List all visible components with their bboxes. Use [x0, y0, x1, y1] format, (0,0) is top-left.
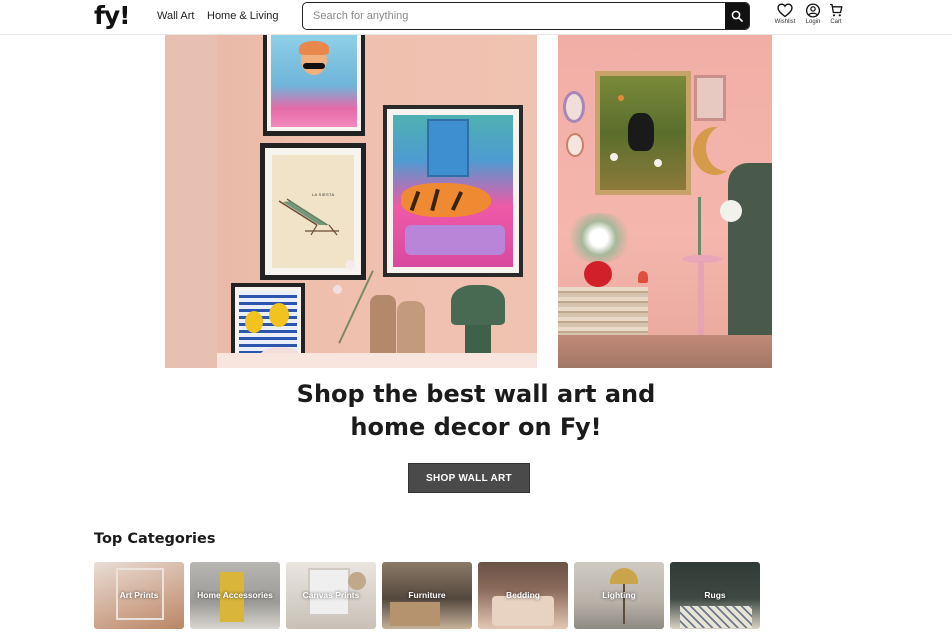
category-home-accessories[interactable]: Home Accessories	[190, 562, 280, 629]
search-input[interactable]	[303, 3, 727, 29]
category-rugs[interactable]: Rugs	[670, 562, 760, 629]
category-art-prints[interactable]: Art Prints	[94, 562, 184, 629]
site-header: fy! Wall Art Home & Living Wishlist Logi…	[0, 0, 952, 35]
category-lighting[interactable]: Lighting	[574, 562, 664, 629]
category-label: Home Accessories	[197, 590, 273, 600]
cart-icon	[830, 3, 843, 17]
category-bedding[interactable]: Bedding	[478, 562, 568, 629]
category-furniture[interactable]: Furniture	[382, 562, 472, 629]
hero-headline: Shop the best wall art and home decor on…	[0, 378, 952, 444]
hero-banner[interactable]: LA SIESTA	[165, 35, 772, 368]
search-icon	[731, 10, 743, 22]
wishlist-button[interactable]: Wishlist	[773, 3, 797, 25]
login-label: Login	[805, 19, 821, 25]
top-categories-title: Top Categories	[94, 531, 216, 547]
hero-headline-line1: Shop the best wall art and	[296, 380, 656, 408]
login-button[interactable]: Login	[801, 3, 825, 25]
cart-label: Cart	[830, 19, 842, 25]
category-label: Lighting	[602, 590, 636, 600]
hero-image-pink-room	[558, 35, 772, 368]
category-label: Bedding	[506, 590, 540, 600]
category-label: Art Prints	[119, 590, 159, 600]
category-label: Canvas Prints	[302, 590, 360, 600]
heart-icon	[777, 3, 793, 18]
nav-wall-art[interactable]: Wall Art	[157, 10, 195, 22]
category-canvas-prints[interactable]: Canvas Prints	[286, 562, 376, 629]
fy-logo[interactable]: fy!	[94, 3, 131, 28]
cart-button[interactable]: Cart	[824, 3, 848, 25]
deck-chair-illustration	[278, 198, 339, 236]
user-icon	[805, 3, 821, 18]
wishlist-label: Wishlist	[774, 19, 796, 25]
search-bar	[302, 2, 750, 30]
shop-wall-art-button[interactable]: SHOP WALL ART	[408, 463, 530, 493]
category-label: Furniture	[408, 590, 446, 600]
search-button[interactable]	[725, 3, 749, 29]
nav-home-living[interactable]: Home & Living	[207, 10, 279, 22]
hero-headline-line2: home decor on Fy!	[350, 413, 602, 441]
category-label: Rugs	[704, 590, 726, 600]
hero-image-gallery-wall: LA SIESTA	[165, 35, 537, 368]
